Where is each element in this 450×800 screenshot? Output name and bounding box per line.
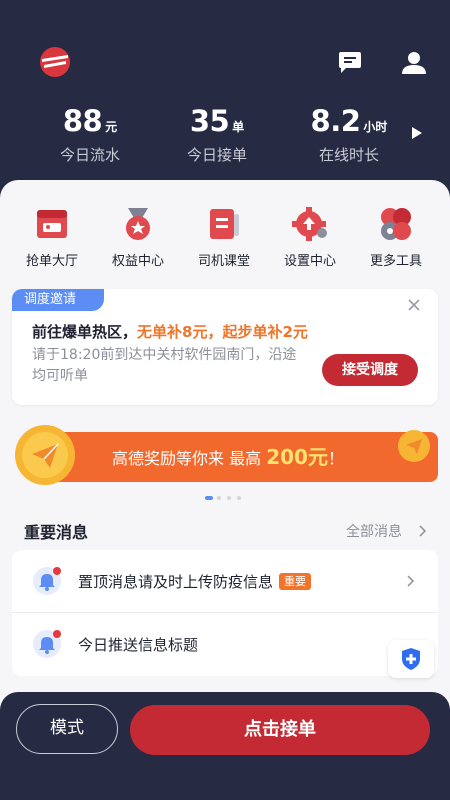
stat-unit: 单	[232, 120, 245, 134]
bell-icon	[33, 630, 61, 658]
stat-value: 8.2	[310, 104, 361, 138]
message-icon[interactable]	[337, 51, 363, 75]
brand-logo	[40, 47, 70, 77]
dispatch-title: 前往爆单热区，无单补8元，起步单补2元	[32, 321, 308, 342]
menu-more-tools[interactable]: 更多工具	[356, 206, 436, 269]
stat-label: 在线时长	[318, 146, 379, 164]
stat-label: 今日接单	[186, 146, 247, 164]
message-title: 今日推送信息标题	[78, 636, 199, 654]
medal-icon	[126, 208, 150, 240]
list-item[interactable]: 今日推送信息标题	[12, 613, 438, 676]
user-icon[interactable]	[401, 51, 427, 75]
quick-menu: 抢单大厅 权益中心 司机课堂 设置中心 更多工具	[12, 206, 438, 270]
menu-driver-class[interactable]: 司机课堂	[184, 206, 264, 269]
page-dot[interactable]	[237, 496, 241, 500]
menu-settings[interactable]: 设置中心	[270, 206, 350, 269]
menu-label: 设置中心	[283, 254, 336, 269]
bell-icon	[33, 567, 61, 595]
dispatch-title-highlight: 无单补8元，起步单补2元	[137, 323, 308, 341]
banner-text-suffix: ！	[327, 449, 344, 468]
menu-label: 权益中心	[111, 254, 164, 269]
more-tools-icon	[381, 208, 411, 240]
page-dot[interactable]	[227, 496, 231, 500]
play-arrow-icon[interactable]	[411, 126, 423, 140]
mode-button[interactable]: 模式	[16, 704, 118, 754]
stat-label: 今日流水	[59, 146, 120, 164]
dispatch-invite-card: 调度邀请 前往爆单热区，无单补8元，起步单补2元 请于18:20前到达中关村软件…	[12, 289, 438, 405]
important-badge: 重要	[279, 573, 312, 590]
stat-unit: 元	[105, 120, 118, 134]
chevron-right-icon[interactable]	[419, 525, 427, 537]
page-dot[interactable]	[217, 496, 221, 500]
close-icon[interactable]	[408, 299, 420, 311]
grab-order-button[interactable]: 点击接单	[130, 705, 430, 755]
order-hall-icon	[37, 210, 67, 238]
menu-order-hall[interactable]: 抢单大厅	[12, 206, 92, 269]
list-item[interactable]: 置顶消息请及时上传防疫信息 重要	[12, 550, 438, 613]
banner-text-prefix: 高德奖励等你来 最高	[112, 449, 262, 468]
settings-gear-icon	[292, 207, 327, 241]
accept-dispatch-button[interactable]: 接受调度	[322, 354, 418, 386]
stat-value: 88	[62, 104, 103, 138]
top-header	[0, 0, 450, 205]
dispatch-title-prefix: 前往爆单热区，	[32, 323, 138, 341]
stat-orders[interactable]: 35 单 今日接单	[152, 104, 282, 165]
banner-amount: 200元	[266, 445, 328, 469]
stats-panel: 88 元 今日流水 35 单 今日接单 8.2 小时 在线时长	[0, 104, 450, 164]
shield-plus-icon	[402, 648, 420, 670]
menu-benefits[interactable]: 权益中心	[98, 206, 178, 269]
stat-income[interactable]: 88 元 今日流水	[25, 104, 155, 165]
message-list: 置顶消息请及时上传防疫信息 重要 今日推送信息标题	[12, 550, 438, 676]
stat-value: 35	[189, 104, 230, 138]
message-text: 置顶消息请及时上传防疫信息 重要	[78, 571, 312, 592]
safety-shield-button[interactable]	[388, 640, 434, 678]
stat-online-hours[interactable]: 8.2 小时 在线时长	[284, 104, 414, 165]
stat-unit: 小时	[363, 120, 388, 134]
message-title: 置顶消息请及时上传防疫信息	[78, 573, 274, 591]
reward-banner[interactable]: 高德奖励等你来 最高 200元！	[12, 422, 438, 488]
page-dot-active[interactable]	[205, 496, 213, 500]
menu-label: 更多工具	[369, 254, 422, 269]
classroom-icon	[210, 209, 239, 239]
dispatch-tag: 调度邀请	[12, 289, 104, 311]
chevron-right-icon[interactable]	[407, 575, 415, 587]
menu-label: 司机课堂	[197, 254, 250, 269]
view-all-messages-link[interactable]: 全部消息	[346, 521, 402, 541]
dispatch-description: 请于18:20前到达中关村软件园南门，沿途均可听单	[32, 347, 297, 384]
section-title: 重要消息	[24, 523, 89, 542]
menu-label: 抢单大厅	[25, 254, 78, 269]
paper-plane-coin-icon	[398, 430, 430, 462]
banner-text: 高德奖励等你来 最高 200元！	[68, 432, 388, 482]
